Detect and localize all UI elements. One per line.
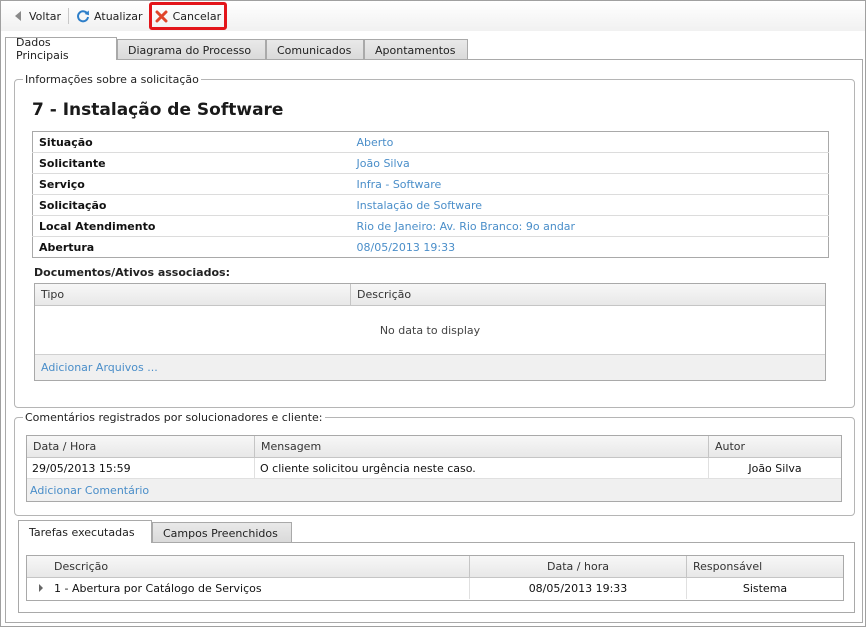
documents-label: Documentos/Ativos associados: <box>34 266 230 279</box>
column-header-descricao[interactable]: Descrição <box>27 556 470 577</box>
property-key: Serviço <box>32 173 351 195</box>
tab-dados-principais[interactable]: Dados Principais <box>5 36 117 62</box>
toolbar: Voltar Atualizar Cancelar <box>1 1 865 31</box>
toolbar-separator <box>68 8 70 24</box>
property-value: João Silva <box>350 152 829 174</box>
tab-label: Diagrama do Processo <box>128 43 252 57</box>
column-header-data-hora[interactable]: Data / hora <box>470 556 687 577</box>
table-row: Solicitação Instalação de Software <box>32 194 829 216</box>
window: Voltar Atualizar Cancelar Dados Principa… <box>0 0 866 627</box>
comment-author: João Silva <box>748 461 802 475</box>
task-datetime: 08/05/2013 19:33 <box>470 578 687 599</box>
add-comment-link[interactable]: Adicionar Comentário <box>30 484 149 497</box>
table-row: Abertura 08/05/2013 19:33 <box>33 237 829 258</box>
tab-tarefas-executadas[interactable]: Tarefas executadas <box>18 520 152 543</box>
chevron-right-icon <box>38 582 44 595</box>
task-description: 1 - Abertura por Catálogo de Serviços <box>54 578 470 599</box>
tab-label: Dados Principais <box>16 36 69 62</box>
grid-footer: Adicionar Comentário <box>27 479 841 501</box>
comment-message: O cliente solicitou urgência neste caso. <box>255 458 709 478</box>
column-header-descricao[interactable]: Descrição <box>351 284 825 305</box>
cancel-label: Cancelar <box>172 9 222 23</box>
property-key: Abertura <box>39 240 95 254</box>
tab-label: Apontamentos <box>375 43 456 57</box>
expand-row-button[interactable] <box>27 578 54 599</box>
refresh-button[interactable]: Atualizar <box>72 4 147 28</box>
property-value: 08/05/2013 19:33 <box>356 240 456 254</box>
grid-footer: Adicionar Arquivos ... <box>35 355 825 380</box>
grid-header: Descrição Data / hora Responsável <box>27 556 843 578</box>
property-value: Infra - Software <box>350 173 829 195</box>
tab-apontamentos[interactable]: Apontamentos <box>364 39 468 60</box>
tab-campos-preenchidos[interactable]: Campos Preenchidos <box>152 522 292 543</box>
property-key: Solicitação <box>32 194 351 216</box>
table-row[interactable]: 1 - Abertura por Catálogo de Serviços 08… <box>27 578 843 599</box>
grid-header: Tipo Descrição <box>35 284 825 306</box>
tab-label: Campos Preenchidos <box>163 526 278 540</box>
cancel-button[interactable]: Cancelar <box>148 2 228 30</box>
property-key: Solicitante <box>32 152 351 174</box>
table-row: Solicitante João Silva <box>32 152 829 174</box>
table-row: Local Atendimento Rio de Janeiro: Av. Ri… <box>32 215 829 237</box>
property-value: Instalação de Software <box>350 194 829 216</box>
column-header-autor[interactable]: Autor <box>709 436 841 457</box>
property-value: Aberto <box>350 131 829 153</box>
back-label: Voltar <box>29 9 62 23</box>
column-header-responsavel[interactable]: Responsável <box>687 556 843 577</box>
table-row: Serviço Infra - Software <box>32 173 829 195</box>
property-key: Local Atendimento <box>32 215 351 237</box>
column-header-tipo[interactable]: Tipo <box>35 284 351 305</box>
empty-message: No data to display <box>35 306 825 355</box>
table-row: Situação Aberto <box>32 131 829 153</box>
column-header-data-hora[interactable]: Data / Hora <box>27 436 255 457</box>
tasks-grid: Descrição Data / hora Responsável 1 - Ab… <box>26 555 844 601</box>
refresh-icon <box>76 9 90 23</box>
property-key: Situação <box>32 131 351 153</box>
close-icon <box>155 9 169 23</box>
tab-comunicados[interactable]: Comunicados <box>266 39 364 60</box>
column-header-mensagem[interactable]: Mensagem <box>255 436 709 457</box>
back-button[interactable]: Voltar <box>7 4 65 28</box>
grid-header: Data / Hora Mensagem Autor <box>27 436 841 458</box>
tab-label: Tarefas executadas <box>29 525 135 539</box>
arrow-left-icon <box>11 9 25 23</box>
page-title: 7 - Instalação de Software <box>32 100 284 120</box>
tab-label: Comunicados <box>277 43 352 57</box>
comments-legend: Comentários registrados por solucionador… <box>25 411 323 424</box>
table-row: 29/05/2013 15:59 O cliente solicitou urg… <box>27 458 841 479</box>
bottom-tabs: Tarefas executadas Campos Preenchidos <box>18 520 292 543</box>
tab-diagrama-do-processo[interactable]: Diagrama do Processo <box>117 39 266 60</box>
task-responsible: Sistema <box>742 582 788 595</box>
comments-grid: Data / Hora Mensagem Autor 29/05/2013 15… <box>26 435 842 502</box>
comment-datetime: 29/05/2013 15:59 <box>27 458 255 478</box>
add-files-link[interactable]: Adicionar Arquivos ... <box>41 361 158 374</box>
info-legend: Informações sobre a solicitação <box>25 73 199 86</box>
refresh-label: Atualizar <box>94 9 143 23</box>
property-value: Rio de Janeiro: Av. Rio Branco: 9o andar <box>350 215 829 237</box>
documents-grid: Tipo Descrição No data to display Adicio… <box>34 283 826 381</box>
main-tabs: Dados Principais Diagrama do Processo Co… <box>5 36 468 62</box>
properties-table: Situação Aberto Solicitante João Silva S… <box>32 131 829 258</box>
